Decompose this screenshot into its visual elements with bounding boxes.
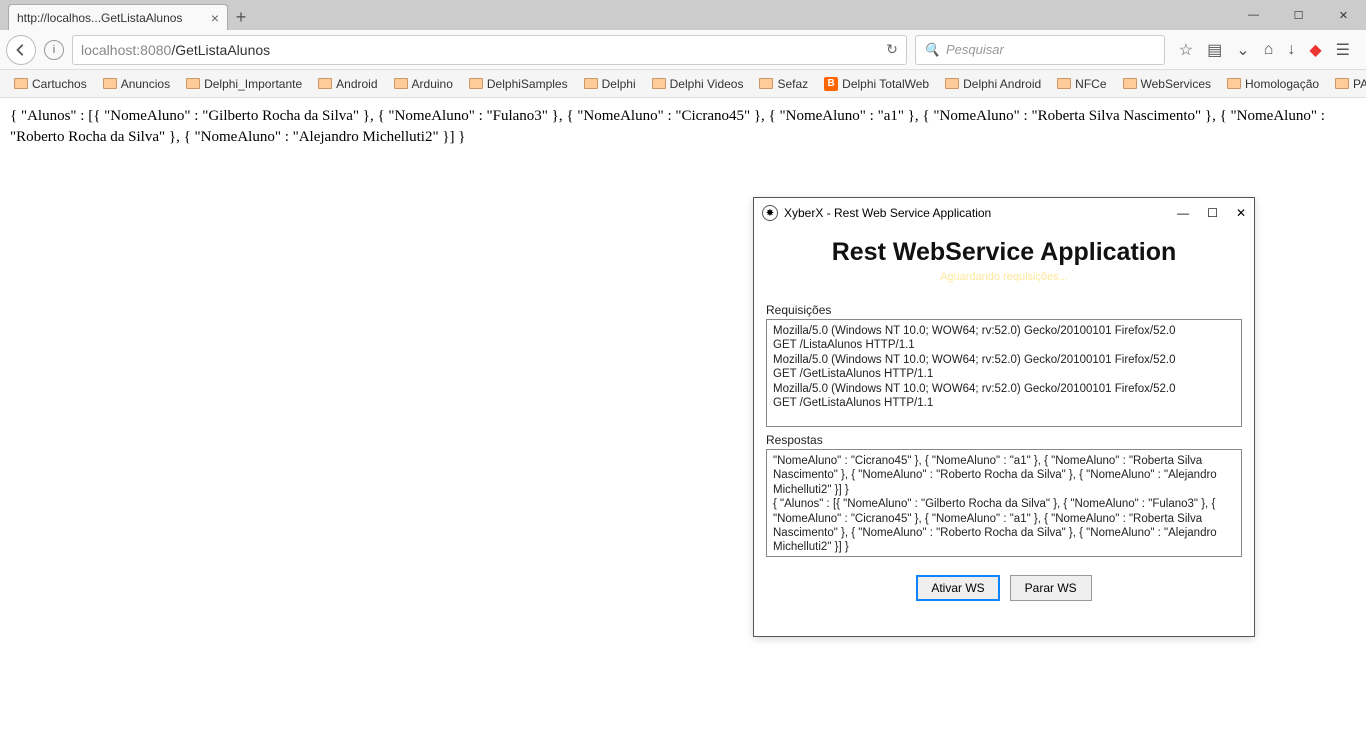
folder-icon (1227, 78, 1241, 89)
folder-icon (584, 78, 598, 89)
toolbar-icons: ☆ ▤ ⌄ ⌂ ↓ ◆ ☰ (1169, 40, 1360, 60)
dialog-close-icon[interactable]: ✕ (1236, 206, 1246, 220)
search-box[interactable]: 🔍 Pesquisar (915, 35, 1165, 65)
bookmark-item[interactable]: Anuncios (97, 75, 176, 93)
requests-textbox[interactable]: Mozilla/5.0 (Windows NT 10.0; WOW64; rv:… (766, 319, 1242, 427)
dialog-title: XyberX - Rest Web Service Application (784, 206, 991, 220)
bookmark-item[interactable]: Delphi (578, 75, 642, 93)
minimize-icon[interactable]: — (1231, 0, 1276, 30)
folder-icon (394, 78, 408, 89)
dialog-minimize-icon[interactable]: — (1177, 206, 1189, 220)
bookmarks-bar: Cartuchos Anuncios Delphi_Importante Androi… (0, 70, 1366, 98)
browser-tab[interactable]: http://localhos...GetListaAlunos × (8, 4, 228, 30)
folder-icon (945, 78, 959, 89)
responses-textbox[interactable]: "NomeAluno" : "Cicrano45" }, { "NomeAlun… (766, 449, 1242, 557)
search-icon: 🔍 (924, 42, 940, 58)
page-content: { "Alunos" : [{ "NomeAluno" : "Gilberto … (0, 98, 1366, 156)
bookmark-item[interactable]: WebServices (1117, 75, 1217, 93)
maximize-icon[interactable]: ☐ (1276, 0, 1321, 30)
bookmark-label: DelphiSamples (487, 77, 568, 91)
folder-icon (1057, 78, 1071, 89)
bookmark-item[interactable]: Delphi_Importante (180, 75, 308, 93)
bookmark-label: WebServices (1141, 77, 1211, 91)
folder-icon (103, 78, 117, 89)
bookmark-label: Delphi Android (963, 77, 1041, 91)
search-placeholder: Pesquisar (946, 42, 1004, 57)
dialog-subheading: Aguardando requisições... (766, 271, 1242, 283)
bookmark-item[interactable]: B Delphi TotalWeb (818, 75, 935, 93)
folder-icon (1335, 78, 1349, 89)
folder-icon (759, 78, 773, 89)
bookmark-label: Arduino (412, 77, 453, 91)
bookmark-label: Delphi Videos (670, 77, 744, 91)
bookmark-item[interactable]: Delphi Android (939, 75, 1047, 93)
browser-titlebar: http://localhos...GetListaAlunos × + — ☐… (0, 0, 1366, 30)
bookmark-star-icon[interactable]: ☆ (1179, 40, 1193, 60)
extension-icon[interactable]: ◆ (1309, 40, 1321, 60)
folder-icon (1123, 78, 1137, 89)
bookmark-label: Homologação (1245, 77, 1319, 91)
bookmark-label: Android (336, 77, 377, 91)
bookmark-item[interactable]: Homologação (1221, 75, 1325, 93)
site-info-icon[interactable]: i (44, 40, 64, 60)
blogger-icon: B (824, 77, 838, 91)
requests-label: Requisições (766, 303, 1242, 317)
close-tab-icon[interactable]: × (211, 10, 219, 26)
folder-icon (318, 78, 332, 89)
url-host: localhost:8080 (81, 42, 171, 58)
bookmark-label: Delphi TotalWeb (842, 77, 929, 91)
menu-icon[interactable]: ☰ (1336, 40, 1350, 60)
url-bar[interactable]: localhost:8080/GetListaAlunos ↻ (72, 35, 907, 65)
folder-icon (186, 78, 200, 89)
back-arrow-icon (14, 43, 28, 57)
activate-ws-button[interactable]: Ativar WS (916, 575, 999, 601)
back-button[interactable] (6, 35, 36, 65)
responses-label: Respostas (766, 433, 1242, 447)
bookmark-item[interactable]: Android (312, 75, 383, 93)
bookmark-label: PAF-ECF (1353, 77, 1366, 91)
bookmark-label: Sefaz (777, 77, 808, 91)
bookmark-label: Delphi_Importante (204, 77, 302, 91)
bookmark-label: Cartuchos (32, 77, 87, 91)
app-icon: ✸ (762, 205, 778, 221)
bookmark-item[interactable]: DelphiSamples (463, 75, 574, 93)
window-controls: — ☐ ✕ (1231, 0, 1366, 30)
folder-icon (652, 78, 666, 89)
dialog-window-controls: — ☐ ✕ (1177, 206, 1246, 220)
bookmark-item[interactable]: PAF-ECF (1329, 75, 1366, 93)
reload-icon[interactable]: ↻ (886, 41, 898, 58)
url-path: /GetListaAlunos (171, 42, 270, 58)
bookmark-label: Delphi (602, 77, 636, 91)
dialog-titlebar[interactable]: ✸ XyberX - Rest Web Service Application … (754, 198, 1254, 228)
browser-navbar: i localhost:8080/GetListaAlunos ↻ 🔍 Pesq… (0, 30, 1366, 70)
dialog-body: Rest WebService Application Aguardando r… (754, 228, 1254, 636)
new-tab-button[interactable]: + (228, 4, 254, 30)
dialog-buttons: Ativar WS Parar WS (766, 575, 1242, 601)
dialog-maximize-icon[interactable]: ☐ (1207, 206, 1218, 220)
folder-icon (469, 78, 483, 89)
bookmark-item[interactable]: Cartuchos (8, 75, 93, 93)
bookmark-item[interactable]: NFCe (1051, 75, 1112, 93)
stop-ws-button[interactable]: Parar WS (1010, 575, 1092, 601)
home-icon[interactable]: ⌂ (1264, 41, 1274, 59)
tab-title: http://localhos...GetListaAlunos (17, 11, 182, 25)
bookmark-item[interactable]: Sefaz (753, 75, 814, 93)
dialog-heading: Rest WebService Application (766, 238, 1242, 267)
folder-icon (14, 78, 28, 89)
bookmark-item[interactable]: Arduino (388, 75, 459, 93)
bookmark-label: Anuncios (121, 77, 170, 91)
downloads-icon[interactable]: ↓ (1287, 41, 1295, 59)
library-icon[interactable]: ▤ (1207, 40, 1222, 60)
bookmark-item[interactable]: Delphi Videos (646, 75, 750, 93)
rest-service-window: ✸ XyberX - Rest Web Service Application … (753, 197, 1255, 637)
bookmark-label: NFCe (1075, 77, 1106, 91)
pocket-icon[interactable]: ⌄ (1236, 40, 1249, 60)
close-window-icon[interactable]: ✕ (1321, 0, 1366, 30)
